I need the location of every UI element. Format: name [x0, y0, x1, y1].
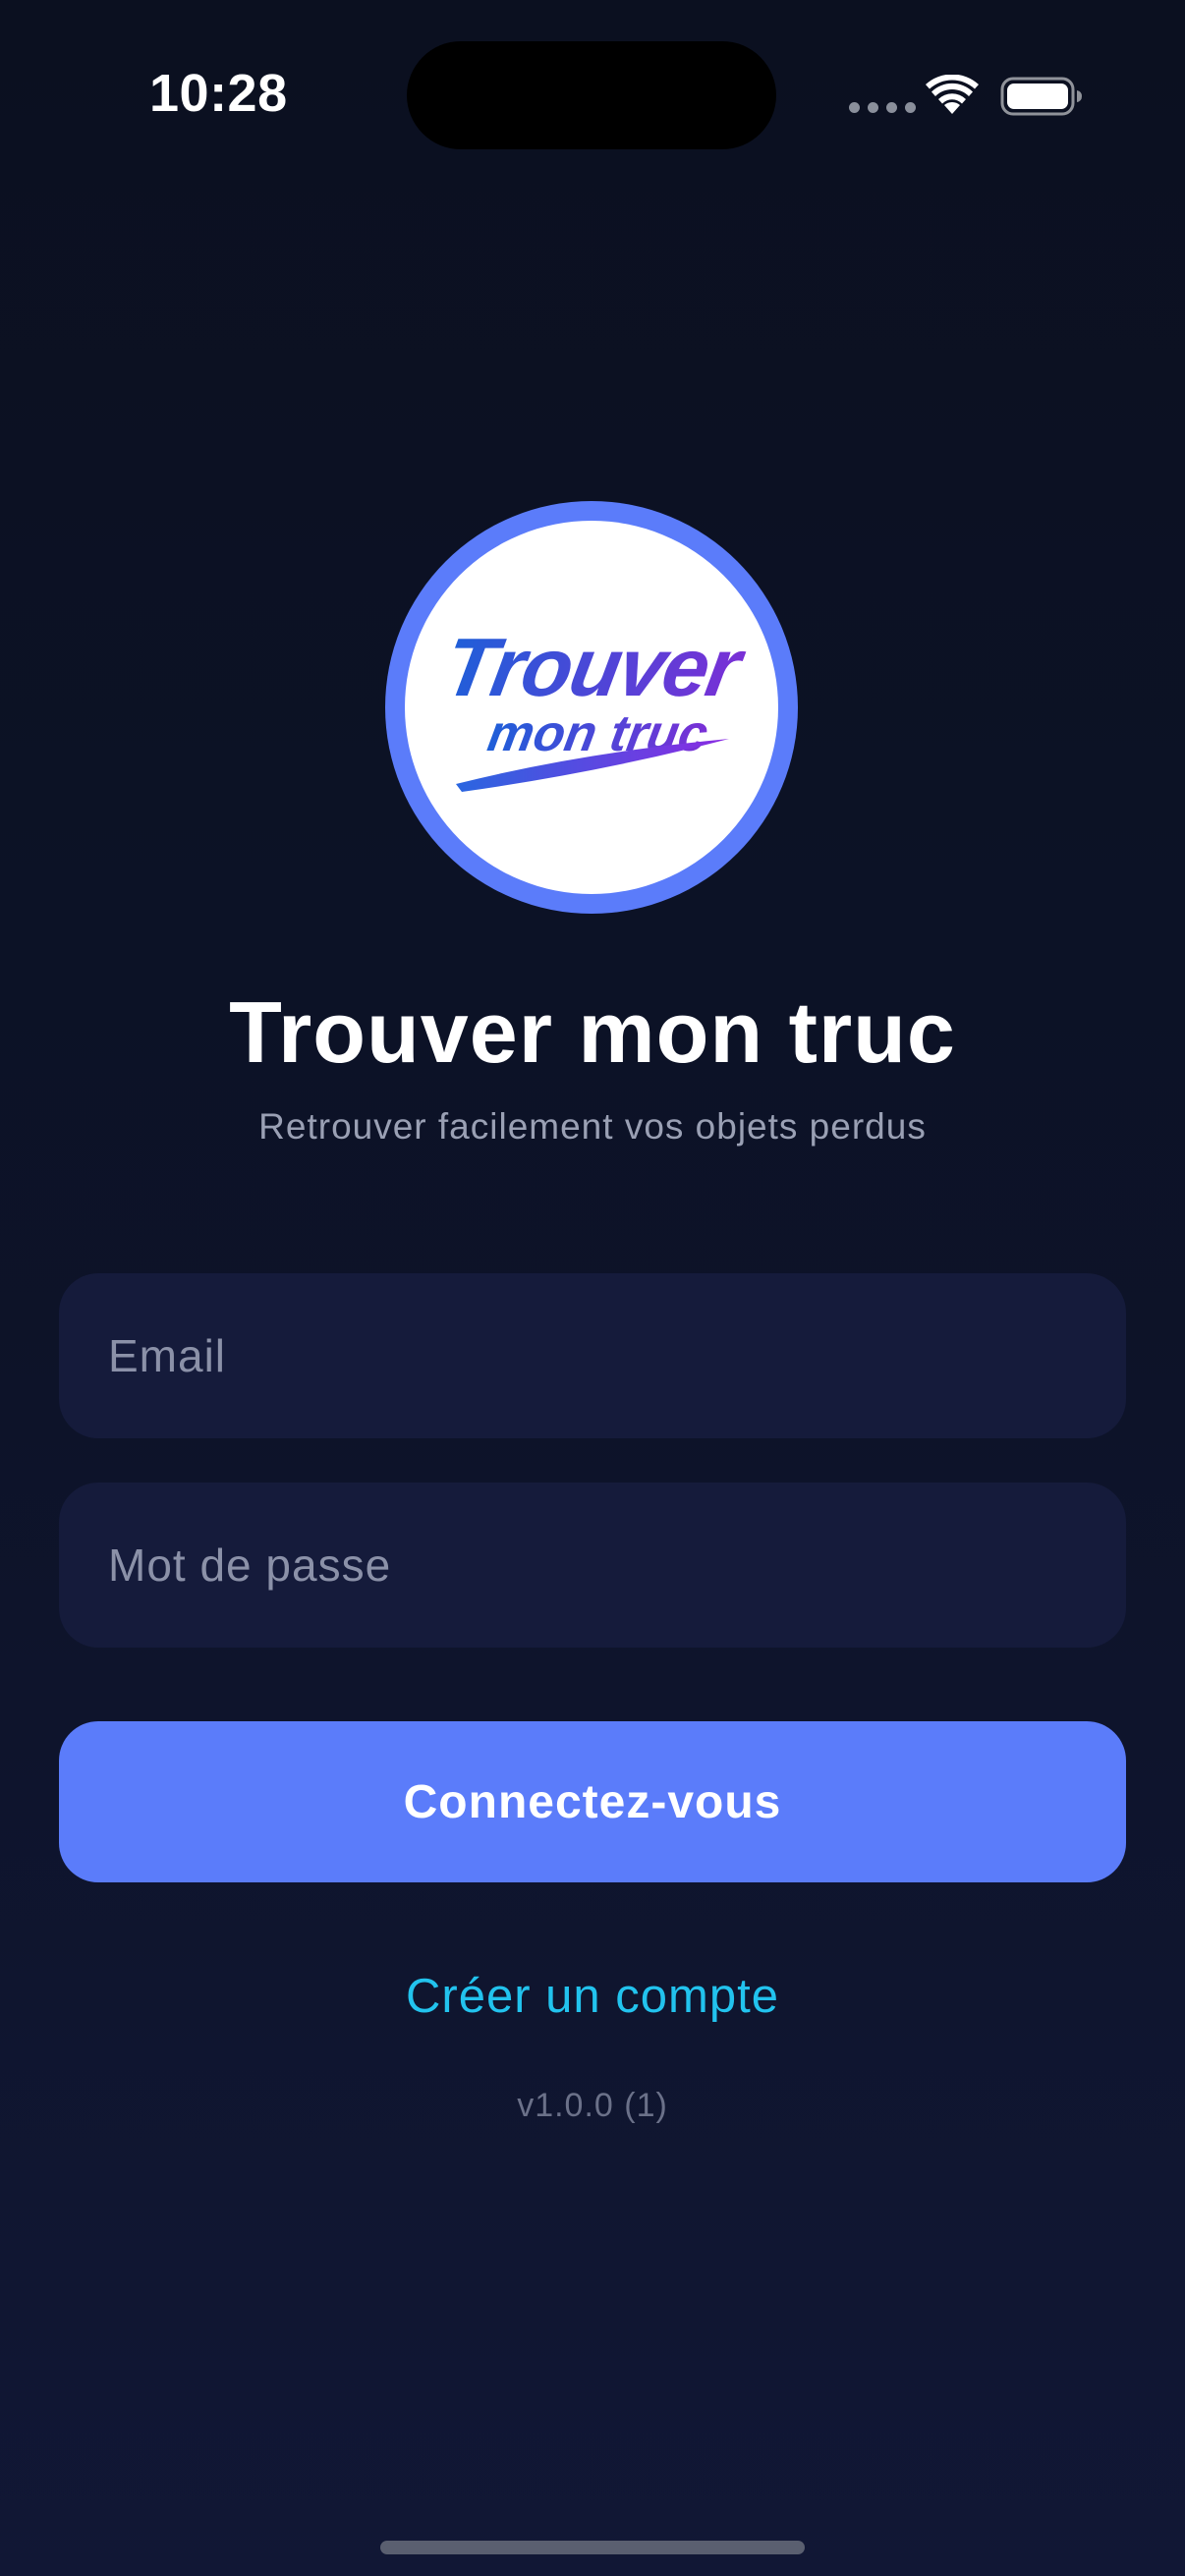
home-indicator[interactable] — [380, 2541, 805, 2554]
app-subtitle: Retrouver facilement vos objets perdus — [258, 1106, 927, 1147]
dynamic-island — [407, 41, 776, 149]
create-account-link[interactable]: Créer un compte — [0, 1969, 1185, 2024]
status-time: 10:28 — [149, 64, 288, 123]
app-title: Trouver mon truc — [229, 983, 956, 1081]
email-field[interactable] — [59, 1273, 1126, 1438]
password-field[interactable] — [59, 1483, 1126, 1648]
status-bar: 10:28 — [0, 0, 1185, 196]
logo-graphic: Trouver mon truc — [437, 621, 752, 792]
app-version: v1.0.0 (1) — [517, 2087, 668, 2124]
app-logo-icon: Trouver mon truc — [405, 521, 778, 894]
logo-line1: Trouver — [437, 621, 752, 713]
wifi-icon — [926, 75, 979, 114]
battery-icon — [1000, 77, 1082, 116]
app-logo: Trouver mon truc — [385, 501, 798, 914]
logo-line2: mon truc — [483, 705, 712, 762]
login-button[interactable]: Connectez-vous — [59, 1721, 1126, 1882]
cellular-signal-icon — [849, 102, 916, 113]
